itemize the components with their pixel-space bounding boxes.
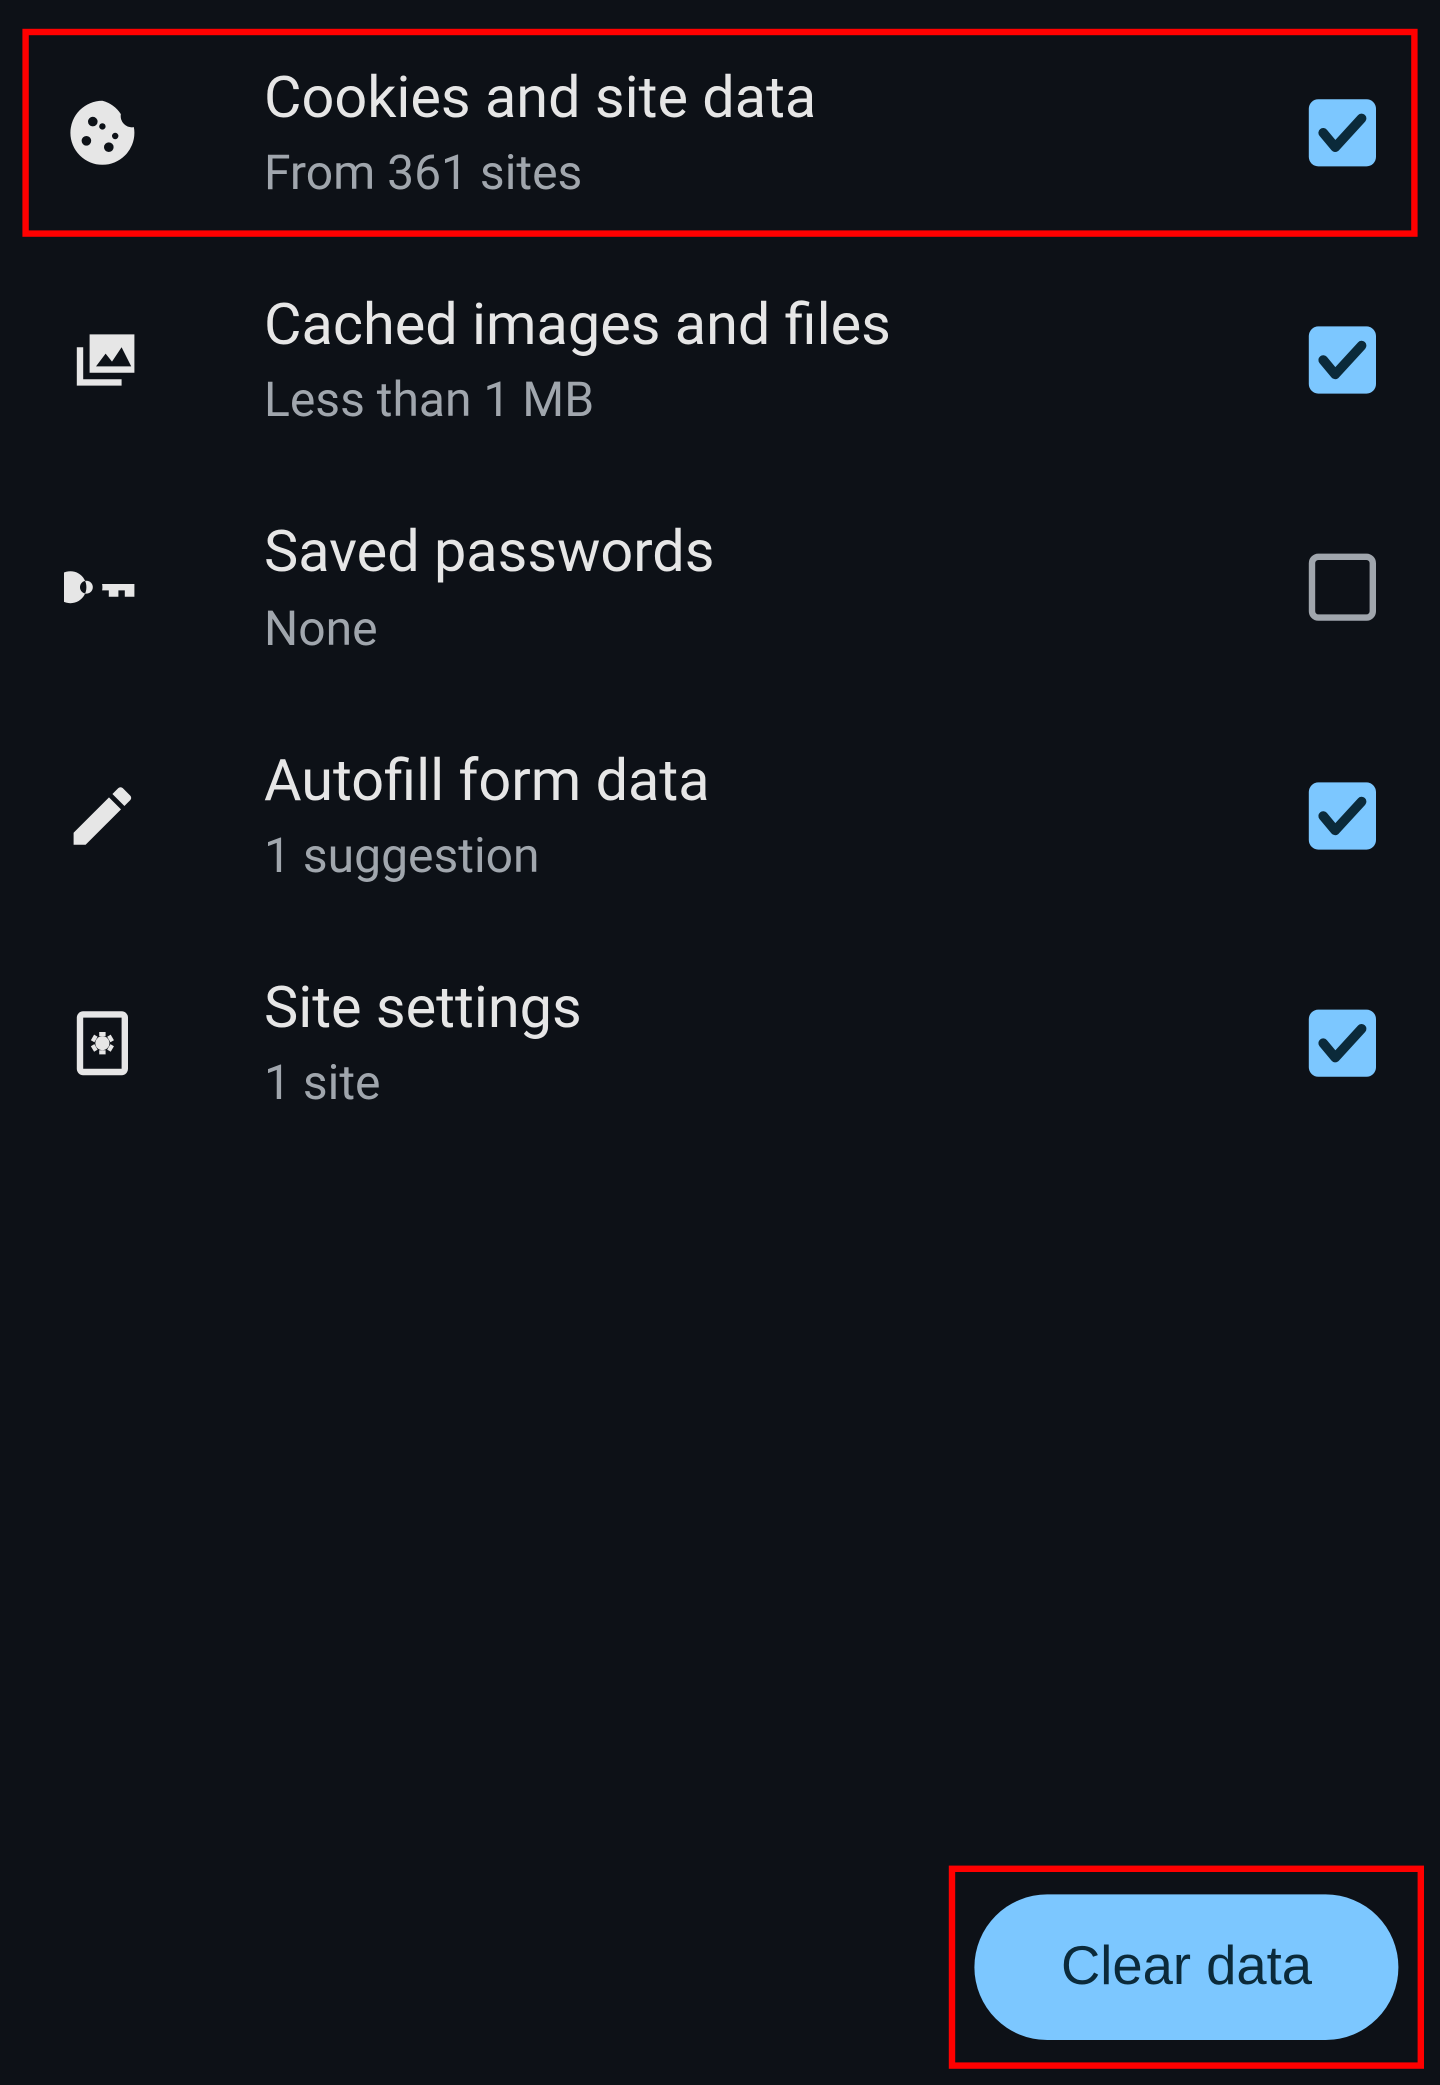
- row-texts: Cached images and files Less than 1 MB: [208, 292, 1309, 430]
- action-bar: Clear data: [955, 1872, 1417, 2062]
- row-autofill[interactable]: Autofill form data 1 suggestion: [0, 702, 1440, 930]
- row-title: Cached images and files: [264, 292, 1309, 361]
- row-texts: Saved passwords None: [208, 519, 1309, 657]
- row-texts: Autofill form data 1 suggestion: [208, 747, 1309, 885]
- checkbox-autofill[interactable]: [1309, 782, 1376, 849]
- row-subtitle: 1 suggestion: [264, 828, 1309, 884]
- checkbox-cached[interactable]: [1309, 327, 1376, 394]
- images-icon: [64, 322, 208, 399]
- pencil-icon: [64, 777, 208, 854]
- cookie-icon: [64, 95, 208, 172]
- row-site-settings[interactable]: Site settings 1 site: [0, 929, 1440, 1157]
- row-cached[interactable]: Cached images and files Less than 1 MB: [0, 247, 1440, 475]
- row-passwords[interactable]: Saved passwords None: [0, 474, 1440, 702]
- checkbox-passwords[interactable]: [1309, 554, 1376, 621]
- row-subtitle: 1 site: [264, 1056, 1309, 1112]
- row-subtitle: Less than 1 MB: [264, 373, 1309, 429]
- row-subtitle: None: [264, 601, 1309, 657]
- checkbox-site-settings[interactable]: [1309, 1009, 1376, 1076]
- row-subtitle: From 361 sites: [264, 146, 1309, 202]
- row-texts: Cookies and site data From 361 sites: [208, 64, 1309, 202]
- row-title: Saved passwords: [264, 519, 1309, 588]
- checkbox-cookies[interactable]: [1309, 99, 1376, 166]
- row-texts: Site settings 1 site: [208, 974, 1309, 1112]
- clear-data-list: Cookies and site data From 361 sites Cac…: [0, 0, 1440, 1157]
- row-cookies[interactable]: Cookies and site data From 361 sites: [19, 26, 1421, 241]
- clear-data-button[interactable]: Clear data: [975, 1894, 1399, 2040]
- row-title: Site settings: [264, 974, 1309, 1043]
- row-title: Cookies and site data: [264, 64, 1309, 133]
- row-title: Autofill form data: [264, 747, 1309, 816]
- card-settings-icon: [64, 1005, 208, 1082]
- key-icon: [64, 550, 208, 627]
